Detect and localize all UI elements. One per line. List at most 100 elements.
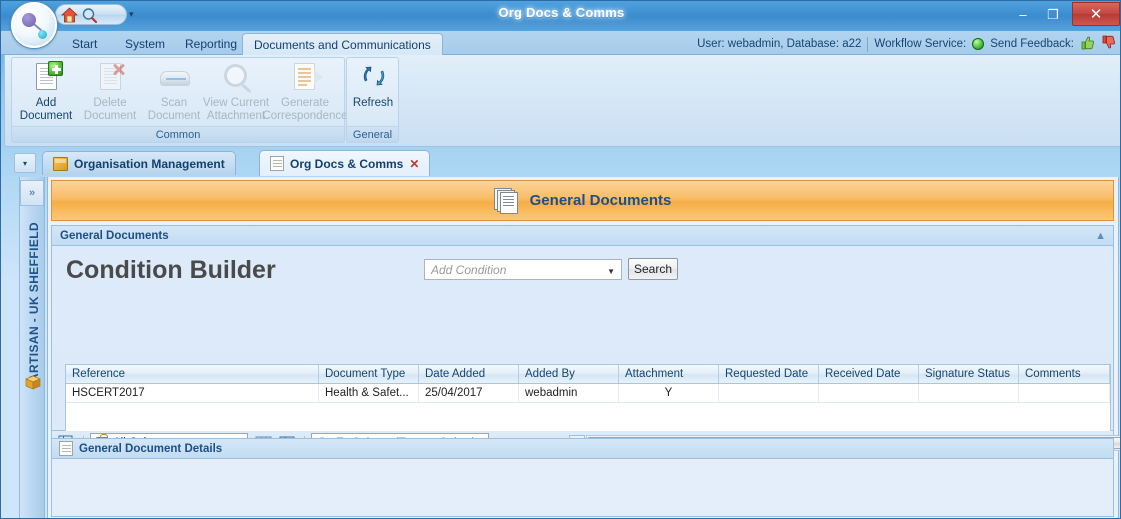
condition-builder-title: Condition Builder [66, 256, 276, 284]
orb-dot-large [22, 13, 36, 27]
grid-column-header-comments[interactable]: Comments [1019, 365, 1110, 383]
ribbon-button-delete-document[interactable]: Delete Document [78, 61, 142, 127]
ribbon-tab-system[interactable]: System [114, 33, 176, 55]
close-button[interactable]: ✕ [1072, 2, 1120, 26]
magnifier-icon [218, 61, 254, 95]
grid-cell-comments [1019, 384, 1110, 402]
grid-column-header-reference[interactable]: Reference [66, 365, 319, 383]
maximize-button[interactable]: ❐ [1038, 3, 1068, 25]
application-orb-button[interactable] [11, 2, 57, 48]
document-details-icon [59, 441, 73, 456]
generate-correspondence-label-line1: Generate [281, 97, 329, 109]
section-header-general-documents[interactable]: General Documents ▲ [51, 225, 1114, 246]
grid-column-header-added-by[interactable]: Added By [519, 365, 619, 383]
ribbon-tab-documents-and-communications[interactable]: Documents and Communications [242, 33, 443, 56]
sidebar-expand-button[interactable]: » [20, 180, 44, 206]
quick-access-toolbar [55, 4, 127, 25]
thumbs-down-icon[interactable] [1101, 35, 1116, 53]
main-content-panel: General Documents General Documents ▲ Co… [47, 177, 1120, 518]
add-document-icon [28, 61, 64, 95]
grid-cell-signature-status [919, 384, 1019, 402]
general-document-details-body [51, 459, 1114, 517]
grid-column-header-document-type[interactable]: Document Type [319, 365, 419, 383]
refresh-icon [355, 61, 391, 95]
close-icon[interactable]: ✕ [409, 157, 419, 171]
sidebar-title: ARTISAN - UK SHEFFIELD [27, 221, 41, 383]
grid-header-row: Reference Document Type Date Added Added… [66, 365, 1110, 384]
general-documents-section-body: Condition Builder Add Condition ▼ Search… [51, 246, 1114, 484]
generate-correspondence-icon [287, 61, 323, 95]
ribbon-group-general: Refresh General [346, 57, 399, 143]
section-header-label: General Documents [60, 229, 169, 242]
scanner-icon [156, 61, 192, 95]
ribbon-tab-start[interactable]: Start [61, 33, 108, 55]
ribbon-group-common: Add Document Delete Document Scan Docume… [11, 57, 348, 143]
document-tab-dropdown-button[interactable]: ▾ [14, 153, 36, 173]
delete-document-label-line1: Delete [93, 97, 127, 109]
workflow-status-indicator-icon [972, 38, 985, 50]
grid-cell-date-added: 25/04/2017 [419, 384, 519, 402]
status-separator [867, 36, 869, 52]
table-row[interactable]: HSCERT2017 Health & Safet... 25/04/2017 … [66, 384, 1110, 403]
ribbon-group-label-common: Common [12, 126, 344, 142]
ribbon-group-label-general: General [347, 126, 398, 142]
grid-column-header-requested-date[interactable]: Requested Date [719, 365, 819, 383]
generate-correspondence-label-line2: Correspondence [262, 110, 348, 122]
search-icon[interactable] [81, 7, 98, 23]
page-title: General Documents [529, 192, 672, 209]
sidebar-organisation-cube-icon[interactable] [25, 375, 41, 390]
add-document-label-line1: Add [35, 97, 57, 109]
user-database-label: User: webadmin, Database: a22 [697, 38, 862, 50]
page-banner: General Documents [51, 180, 1114, 221]
ribbon-button-refresh[interactable]: Refresh [342, 61, 404, 127]
quick-access-more-icon[interactable]: ▾ [129, 9, 134, 20]
send-feedback-label: Send Feedback: [990, 38, 1074, 50]
document-tab-strip: ▾ Organisation Management Org Docs & Com… [4, 149, 1119, 177]
ribbon-button-generate-correspondence[interactable]: Generate Correspondence [262, 61, 348, 127]
orb-dot-small [38, 30, 47, 39]
thumbs-up-icon[interactable] [1080, 35, 1095, 53]
grid-column-header-received-date[interactable]: Received Date [819, 365, 919, 383]
add-document-label-line2: Document [19, 110, 73, 122]
title-bar: Org Docs & Comms – ❐ ✕ [1, 1, 1120, 31]
window-title: Org Docs & Comms [498, 5, 625, 20]
documents-icon [270, 156, 284, 171]
add-condition-dropdown[interactable]: Add Condition ▼ [424, 259, 622, 280]
ribbon-tab-reporting[interactable]: Reporting [174, 33, 248, 55]
left-sidebar: » ARTISAN - UK SHEFFIELD [19, 177, 45, 518]
grid-cell-attachment: Y [619, 384, 719, 402]
scan-document-label-line1: Scan [160, 97, 188, 109]
grid-column-header-attachment[interactable]: Attachment [619, 365, 719, 383]
workflow-service-label: Workflow Service: [874, 38, 967, 50]
chevron-down-icon[interactable]: ▼ [607, 267, 615, 276]
view-current-attachment-label-line2: Attachment [206, 110, 266, 122]
grid-cell-received-date [819, 384, 919, 402]
document-tab-label: Organisation Management [74, 156, 225, 171]
add-condition-placeholder: Add Condition [431, 262, 507, 277]
view-current-attachment-label-line1: View Current [202, 97, 270, 109]
refresh-label: Refresh [352, 97, 394, 109]
delete-document-icon [92, 61, 128, 95]
grid-cell-reference: HSCERT2017 [66, 384, 319, 402]
minimize-button[interactable]: – [1008, 3, 1038, 25]
grid-column-header-signature-status[interactable]: Signature Status [919, 365, 1019, 383]
details-section-label: General Document Details [79, 442, 223, 455]
section-header-general-document-details[interactable]: General Document Details [51, 438, 1114, 459]
application-window: Org Docs & Comms – ❐ ✕ ▾ Start System Re… [0, 0, 1121, 519]
ribbon-button-add-document[interactable]: Add Document [14, 61, 78, 127]
ribbon-status-area: User: webadmin, Database: a22 Workflow S… [697, 35, 1116, 53]
documents-stack-icon [493, 187, 520, 214]
chevron-up-icon[interactable]: ▲ [1095, 230, 1106, 242]
document-tab-organisation-management[interactable]: Organisation Management [42, 151, 236, 175]
ribbon-panel: Add Document Delete Document Scan Docume… [4, 55, 1120, 147]
scan-document-label-line2: Document [147, 110, 201, 122]
grid-cell-requested-date [719, 384, 819, 402]
document-tab-org-docs-and-comms[interactable]: Org Docs & Comms ✕ [259, 150, 431, 176]
grid-cell-added-by: webadmin [519, 384, 619, 402]
organisation-cube-icon [53, 156, 68, 171]
search-button[interactable]: Search [628, 258, 678, 280]
home-icon[interactable] [60, 6, 79, 23]
grid-cell-document-type: Health & Safet... [319, 384, 419, 402]
grid-column-header-date-added[interactable]: Date Added [419, 365, 519, 383]
ribbon-tab-strip: Start System Reporting Documents and Com… [1, 31, 1120, 56]
